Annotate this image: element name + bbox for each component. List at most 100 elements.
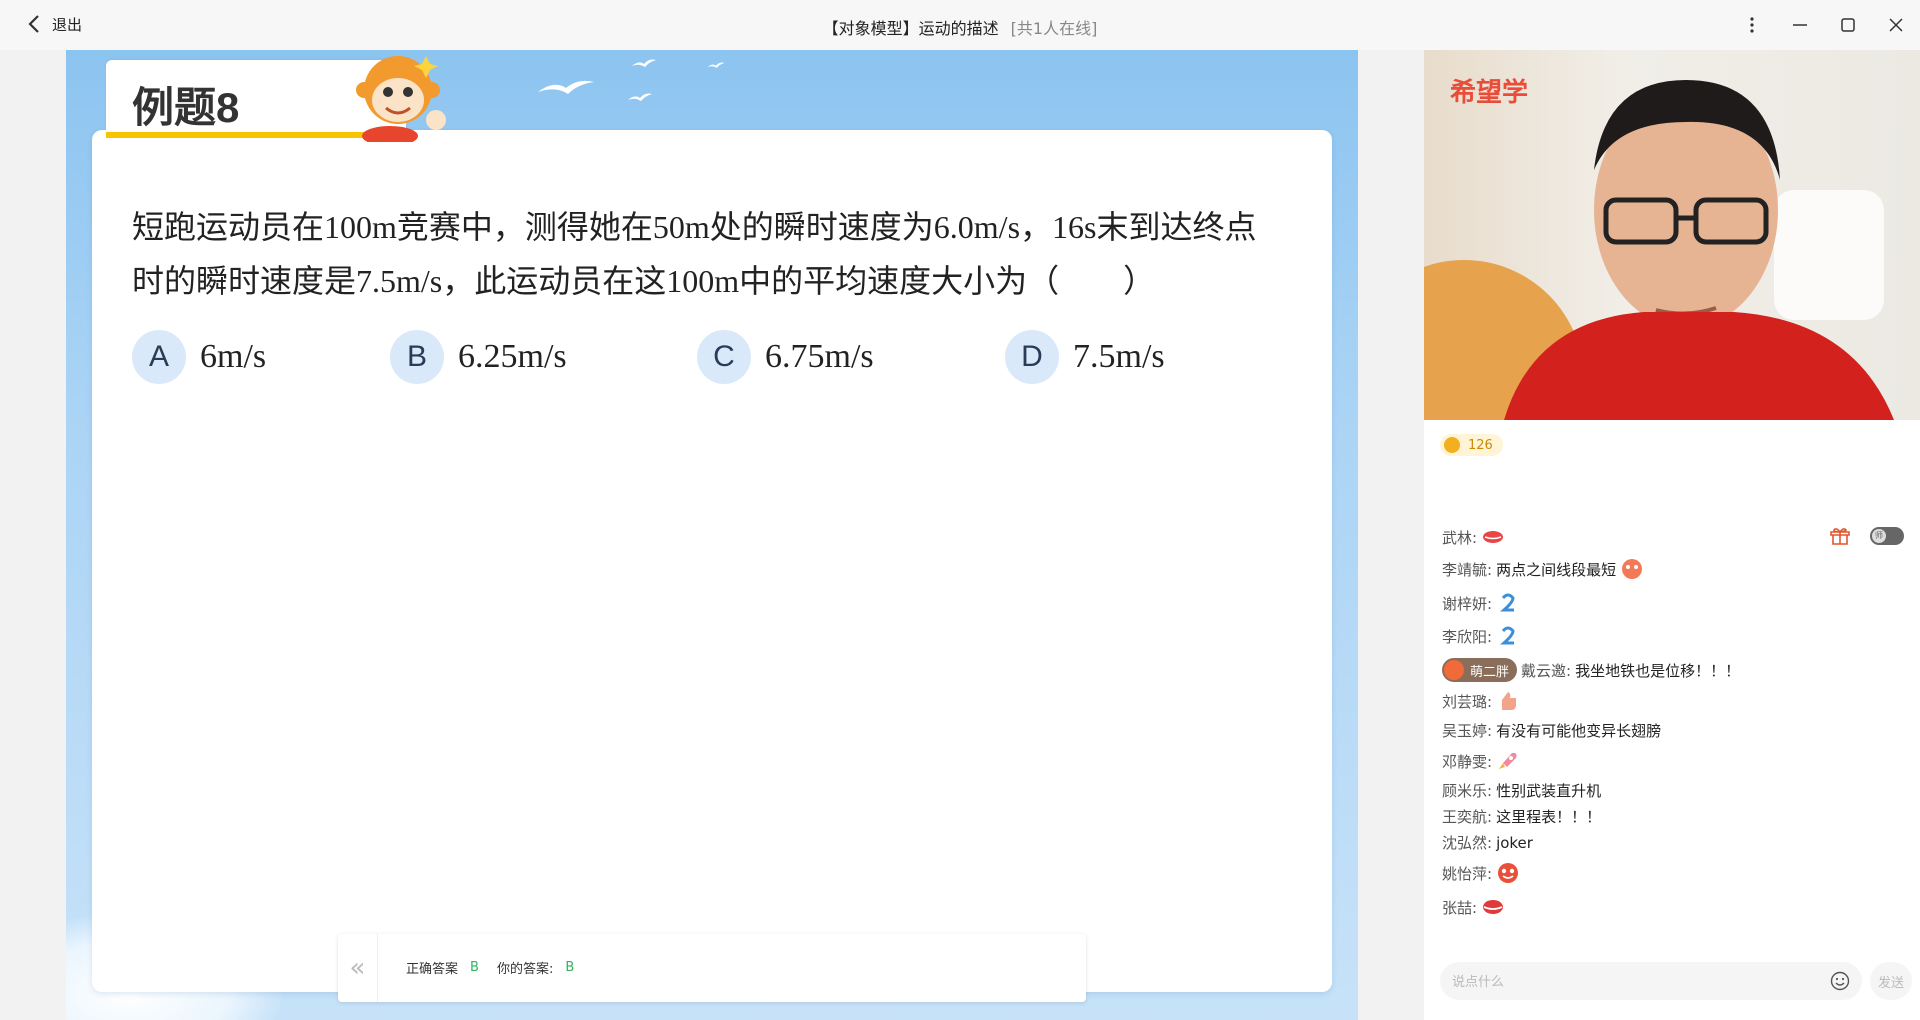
chat-text: 这里程表！！！ — [1496, 808, 1602, 826]
option-b[interactable]: B 6.25m/s — [390, 330, 697, 384]
window-title: 【对象模型】运动的描述 [共1人在线] — [0, 15, 1920, 39]
chat-message: 吴玉婷: 有没有可能他变异长翅膀 — [1442, 720, 1661, 741]
option-text: 6.75m/s — [765, 338, 874, 375]
question-line: 时的瞬时速度是7.5m/s，此运动员在这100m中的平均速度大小为（ ） — [132, 263, 1156, 299]
chat-message: 张喆: — [1442, 896, 1505, 918]
your-answer-label: 你的答案: — [496, 962, 554, 977]
emoji-picker-icon[interactable] — [1830, 971, 1850, 991]
face-emoji-icon — [1622, 559, 1643, 579]
user-level-badge: 萌二胖 — [1442, 658, 1518, 682]
coin-counter: 126 — [1440, 434, 1503, 456]
gift-icon[interactable] — [1830, 526, 1850, 546]
chat-message: 邓静雯: — [1442, 750, 1520, 772]
option-letter: D — [1005, 330, 1059, 384]
chat-controls: 师 — [1830, 526, 1904, 546]
chat-message: 王奕航: 这里程表！！！ — [1442, 806, 1601, 827]
chat-username: 张喆: — [1442, 898, 1478, 917]
option-text: 7.5m/s — [1073, 338, 1165, 375]
chat-username: 王奕航: — [1442, 808, 1493, 826]
chat-message: 李欣阳: — [1442, 625, 1520, 647]
option-letter: A — [132, 330, 186, 384]
chat-input-bar — [1440, 962, 1862, 1000]
your-answer-value: B — [565, 960, 575, 975]
monkey-mascot-icon — [356, 56, 446, 142]
chat-message: 萌二胖 戴云邀: 我坐地铁也是位移！！！ — [1442, 658, 1740, 682]
send-button[interactable]: 发送 — [1870, 962, 1912, 1000]
chat-message: 沈弘然: joker — [1442, 832, 1533, 853]
chat-username: 李靖毓: — [1442, 560, 1493, 579]
course-title: 【对象模型】运动的描述 — [822, 19, 999, 38]
question-line: 短跑运动员在100m竞赛中，测得她在50m处的瞬时速度为6.0m/s，16s末到… — [132, 209, 1257, 245]
option-c[interactable]: C 6.75m/s — [697, 330, 1005, 384]
more-vertical-icon — [1750, 17, 1754, 33]
chat-username: 沈弘然: — [1442, 834, 1493, 852]
collapse-chevrons-icon[interactable]: « — [338, 934, 378, 1002]
teacher-video: 希望学 — [1424, 50, 1920, 420]
answer-summary: 正确答案 B 你的答案: B — [406, 958, 592, 977]
minimize-icon — [1793, 24, 1807, 26]
chat-text: 有没有可能他变异长翅膀 — [1496, 722, 1662, 740]
chat-username: 邓静雯: — [1442, 752, 1493, 771]
question-text: 短跑运动员在100m竞赛中，测得她在50m处的瞬时速度为6.0m/s，16s末到… — [132, 200, 1312, 308]
thumbs-up-emoji-icon — [1502, 692, 1517, 710]
coin-count: 126 — [1468, 437, 1493, 453]
close-button[interactable] — [1872, 0, 1920, 50]
video-logo: 希望学 — [1450, 78, 1529, 108]
chat-username: 李欣阳: — [1442, 627, 1493, 646]
option-d[interactable]: D 7.5m/s — [1005, 330, 1165, 384]
lips-emoji-icon — [1483, 900, 1504, 914]
badge-label: 萌二胖 — [1470, 664, 1510, 680]
lesson-slide: 例题8 短跑运动员在100m竞赛中，测得她在50m处的瞬时速度为6.0m/s，1… — [66, 50, 1358, 1020]
chat-message: 武林: — [1442, 526, 1505, 548]
rocket-emoji-icon — [1499, 752, 1517, 769]
chat-username: 顾米乐: — [1442, 782, 1493, 800]
chat-text: 我坐地铁也是位移！！！ — [1575, 661, 1741, 680]
minimize-button[interactable] — [1776, 0, 1824, 50]
chat-username: 戴云邀: — [1521, 661, 1572, 680]
chat-input[interactable] — [1452, 962, 1792, 1000]
lips-emoji-icon — [1483, 531, 1504, 543]
more-button[interactable] — [1728, 0, 1776, 50]
chat-message: 刘芸璐: — [1442, 690, 1520, 712]
chat-message: 李靖毓: 两点之间线段最短 — [1442, 558, 1644, 580]
maximize-button[interactable] — [1824, 0, 1872, 50]
correct-answer-value: B — [470, 960, 479, 975]
chat-text: 性别武装直升机 — [1496, 782, 1602, 800]
chat-message: 姚怡萍: — [1442, 862, 1520, 884]
chat-text: 两点之间线段最短 — [1496, 560, 1617, 579]
chat-username: 武林: — [1442, 528, 1478, 547]
number-two-emoji-icon — [1500, 593, 1515, 612]
maximize-icon — [1841, 18, 1855, 32]
bird-icon — [707, 62, 725, 68]
option-text: 6m/s — [200, 338, 267, 375]
answer-result-bar: « 正确答案 B 你的答案: B — [338, 934, 1086, 1002]
chat-username: 刘芸璐: — [1442, 692, 1493, 711]
toggle-knob: 师 — [1872, 529, 1886, 543]
number-two-emoji-icon — [1500, 626, 1515, 645]
chat-username: 吴玉婷: — [1442, 722, 1493, 740]
example-title: 例题8 — [132, 84, 240, 131]
chat-username: 谢梓妍: — [1442, 594, 1493, 613]
teacher-only-toggle[interactable]: 师 — [1870, 527, 1904, 545]
window-controls — [1728, 0, 1920, 50]
chat-username: 姚怡萍: — [1442, 864, 1493, 883]
chat-message: 谢梓妍: — [1442, 592, 1520, 614]
title-bar: 退出 【对象模型】运动的描述 [共1人在线] — [0, 0, 1920, 50]
option-a[interactable]: A 6m/s — [132, 330, 390, 384]
bird-icon — [538, 80, 594, 94]
close-icon — [1889, 18, 1903, 32]
online-count: [共1人在线] — [1010, 19, 1098, 38]
bird-icon — [628, 93, 652, 101]
answer-options: A 6m/s B 6.25m/s C 6.75m/s D 7.5m/s — [132, 330, 1165, 384]
face-emoji-icon — [1498, 863, 1519, 883]
coin-icon — [1444, 437, 1460, 453]
bird-icon — [632, 59, 656, 67]
chat-text: joker — [1496, 833, 1533, 852]
chat-message: 顾米乐: 性别武装直升机 — [1442, 780, 1601, 801]
star-icon — [1444, 660, 1464, 680]
option-text: 6.25m/s — [458, 338, 567, 375]
option-letter: B — [390, 330, 444, 384]
option-letter: C — [697, 330, 751, 384]
correct-answer-label: 正确答案 — [406, 962, 459, 977]
side-panel: 希望学 126 师 武林: 李靖毓: 两点之间线段最短 谢梓妍: 李欣阳: 萌二 — [1424, 50, 1920, 1020]
